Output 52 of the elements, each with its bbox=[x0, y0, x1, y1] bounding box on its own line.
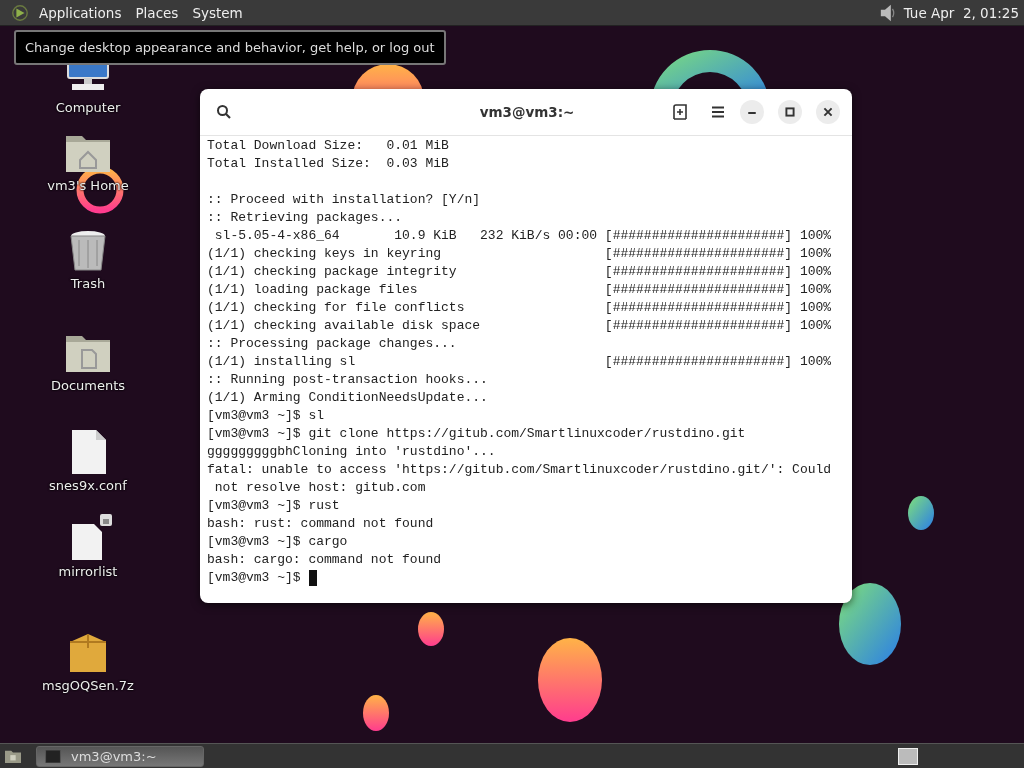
menu-item[interactable]: Places bbox=[129, 4, 185, 21]
terminal-line: bash: rust: command not found bbox=[207, 515, 434, 533]
close-button[interactable] bbox=[816, 100, 840, 124]
terminal-line: sl-5.05-4-x86_64 10.9 KiB 232 KiB/s 00:00 [######################] 100% bbox=[213, 227, 832, 245]
terminal-line: (1/1) checking package integrity [######################] 100% bbox=[207, 263, 832, 281]
terminal-line: [vm3@vm3 ~]$ bbox=[207, 569, 301, 587]
maximize-button[interactable] bbox=[778, 100, 802, 124]
terminal-line: :: Proceed with installation? [Y/n] bbox=[207, 191, 481, 209]
terminal-line: (1/1) checking for file conflicts [######################] 100% bbox=[207, 299, 832, 317]
search-icon[interactable] bbox=[216, 104, 232, 120]
menu-icon[interactable] bbox=[710, 104, 726, 120]
window-title: vm3@vm3:~ bbox=[478, 104, 576, 120]
icon-label[interactable]: Computer bbox=[55, 100, 121, 115]
minimize-button[interactable] bbox=[740, 100, 764, 124]
icon-label[interactable]: Trash bbox=[70, 276, 106, 291]
speaker-icon[interactable] bbox=[878, 2, 896, 23]
icon-label[interactable]: mirrorlist bbox=[58, 564, 118, 579]
terminal-line: (1/1) checking available disk space [######################] 100% bbox=[207, 317, 832, 335]
close-icon bbox=[822, 106, 834, 118]
terminal-line: [vm3@vm3 ~]$ cargo bbox=[207, 533, 348, 551]
new-tab-icon[interactable] bbox=[672, 104, 688, 120]
terminal-line: [vm3@vm3 ~]$ git clone https://gitub.com/Smartlinuxcoder/rustdino.git bbox=[207, 425, 746, 443]
terminal-line: [vm3@vm3 ~]$ rust bbox=[207, 497, 340, 515]
icon-label[interactable]: msgOQSen.7z bbox=[42, 678, 134, 693]
terminal-line: Total Download Size: 0.01 MiB bbox=[207, 137, 449, 155]
menu-item[interactable]: System bbox=[186, 4, 249, 21]
terminal-line: :: Processing package changes... bbox=[207, 335, 457, 353]
terminal-line: (1/1) Arming ConditionNeedsUpdate... bbox=[207, 389, 488, 407]
menu-item[interactable]: Applications bbox=[33, 4, 128, 21]
terminal-line: :: Retrieving packages... bbox=[207, 209, 403, 227]
terminal-line: (1/1) installing sl [######################] 100% bbox=[207, 353, 832, 371]
maximize-icon bbox=[784, 106, 796, 118]
terminal-line: gggggggggbhCloning into 'rustdino'... bbox=[207, 443, 496, 461]
icon-label[interactable]: Documents bbox=[50, 378, 126, 393]
terminal-line: :: Running post-transaction hooks... bbox=[207, 371, 488, 389]
show-desktop-icon[interactable] bbox=[4, 748, 22, 764]
terminal-line: Total Installed Size: 0.03 MiB bbox=[207, 155, 449, 173]
minimize-icon bbox=[748, 112, 756, 114]
terminal-line: fatal: unable to access 'https://gitub.com/Smartlinuxcoder/rustdino.git/': Could bbox=[207, 461, 832, 479]
workspace-switcher[interactable] bbox=[898, 747, 918, 765]
terminal-line: [vm3@vm3 ~]$ sl bbox=[207, 407, 325, 425]
text-cursor bbox=[308, 570, 317, 586]
clock[interactable]: Tue Apr 2, 01:25 bbox=[903, 4, 1019, 21]
terminal-line: (1/1) loading package files [######################] 100% bbox=[207, 281, 832, 299]
terminal-line: (1/1) checking keys in keyring [######################] 100% bbox=[207, 245, 832, 263]
terminal-line: bash: cargo: command not found bbox=[207, 551, 442, 569]
taskbar-button[interactable]: vm3@vm3:~ bbox=[36, 745, 204, 767]
terminal-line: not resolve host: gitub.com bbox=[213, 479, 426, 497]
terminal-icon bbox=[45, 749, 61, 763]
icon-label[interactable]: snes9x.conf bbox=[49, 478, 127, 493]
play-logo-icon[interactable] bbox=[11, 3, 29, 22]
tooltip: Change desktop appearance and behavior, get help, or log out bbox=[14, 30, 446, 65]
